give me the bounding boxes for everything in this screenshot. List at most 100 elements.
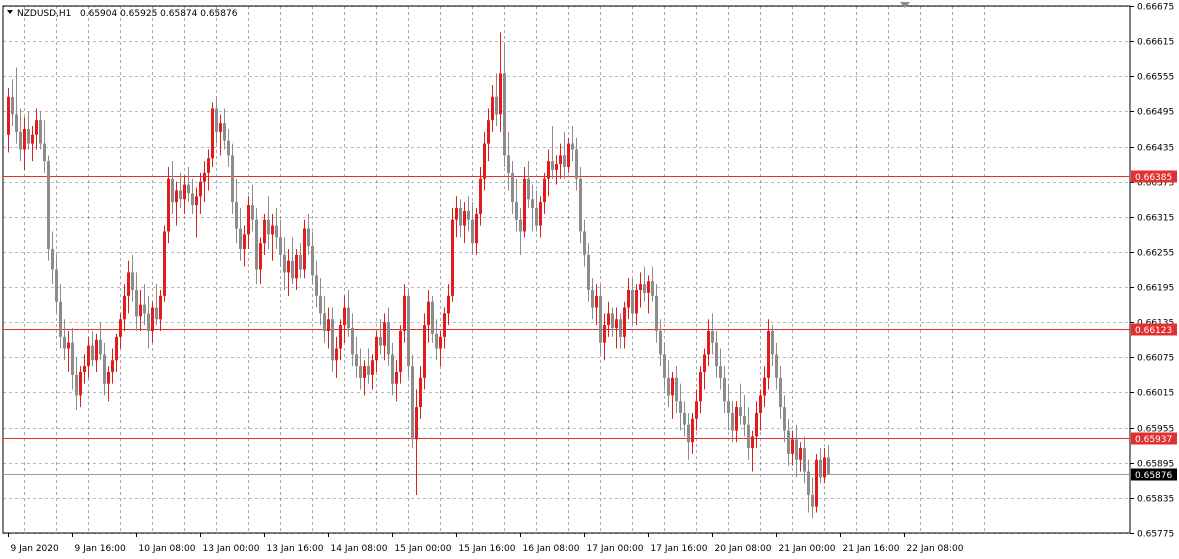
candle — [239, 208, 242, 261]
candle-body — [247, 205, 250, 235]
candle — [183, 175, 186, 214]
candle-body — [783, 407, 786, 431]
candle — [207, 149, 210, 191]
candle — [43, 120, 46, 173]
candle-body — [743, 415, 746, 425]
candle — [243, 225, 246, 267]
candle — [303, 219, 306, 279]
candle-body — [203, 172, 206, 182]
candle — [203, 161, 206, 203]
candle — [67, 330, 70, 372]
candle-body — [43, 143, 46, 162]
candle-body — [331, 319, 334, 361]
candle-body — [663, 354, 666, 378]
candle — [395, 360, 398, 402]
candle — [695, 389, 698, 431]
candle-body — [315, 275, 318, 296]
candle-body — [147, 313, 150, 331]
time-tick-label: 17 Jan 00:00 — [587, 544, 644, 554]
candle-body — [627, 289, 630, 308]
candle — [195, 187, 198, 238]
candle — [747, 407, 750, 460]
price-tick-label: 0.65895 — [1137, 460, 1174, 470]
candle — [59, 284, 62, 349]
candle-body — [451, 219, 454, 296]
candle-body — [111, 360, 114, 372]
candle — [527, 161, 530, 209]
candle-body — [95, 339, 98, 361]
candle-body — [527, 178, 530, 200]
candle — [531, 184, 534, 232]
candle — [671, 371, 674, 419]
candle-body — [559, 155, 562, 165]
candle-body — [631, 289, 634, 314]
candle-body — [563, 155, 566, 168]
chart-header: NZDUSD,H1 0.65904 0.65925 0.65874 0.6587… — [7, 9, 238, 19]
candle-body — [607, 313, 610, 326]
candle-body — [403, 295, 406, 331]
candle-body — [759, 395, 762, 413]
candle-body — [415, 407, 418, 440]
candle — [119, 313, 122, 349]
candle-body — [131, 272, 134, 290]
candle-body — [775, 354, 778, 378]
candle — [415, 389, 418, 495]
candle — [755, 401, 758, 449]
candle — [627, 278, 630, 320]
candle — [563, 131, 566, 179]
candle — [699, 366, 702, 413]
candle-body — [75, 374, 78, 396]
candle-body — [51, 249, 54, 270]
price-tick-label: 0.65835 — [1137, 495, 1174, 505]
candle-body — [543, 178, 546, 203]
candle — [263, 213, 266, 255]
candle — [643, 266, 646, 302]
candle-body — [535, 208, 538, 226]
candle — [391, 342, 394, 396]
candle-body — [347, 307, 350, 329]
candle — [555, 155, 558, 185]
price-chart[interactable]: 0.66675 0.66615 0.66555 0.66495 0.66435 0.663… — [0, 0, 1179, 559]
candle — [87, 336, 90, 378]
level-price-label: 0.65937 — [1135, 435, 1172, 445]
candle — [311, 231, 314, 285]
candle-body — [815, 459, 818, 507]
candle-body — [103, 354, 106, 384]
candle-body — [395, 371, 398, 384]
candle-body — [291, 260, 294, 279]
candle-body — [263, 219, 266, 244]
candle-body — [179, 190, 182, 200]
candle — [199, 172, 202, 214]
candle — [299, 243, 302, 279]
time-axis: 9 Jan 2020 9 Jan 16:00 10 Jan 08:00 13 Jan … — [8, 533, 964, 554]
candle-body — [39, 120, 42, 144]
candle — [615, 307, 618, 349]
candle — [375, 330, 378, 372]
candle — [519, 208, 522, 255]
candle — [163, 225, 166, 302]
candle-body — [375, 336, 378, 361]
candle — [351, 313, 354, 367]
candle-body — [683, 412, 686, 425]
candle-body — [499, 73, 502, 115]
candle — [731, 401, 734, 443]
candle — [295, 249, 298, 290]
candle-body — [763, 377, 766, 396]
candle — [803, 436, 806, 484]
price-tick-label: 0.65775 — [1137, 530, 1174, 540]
candle — [823, 448, 826, 484]
candle-body — [63, 336, 66, 349]
candle — [339, 319, 342, 361]
dropdown-triangle-icon[interactable] — [7, 10, 13, 14]
candle-body — [807, 471, 810, 495]
candle — [407, 289, 410, 378]
chart-shift-marker-icon[interactable] — [900, 2, 910, 8]
candle-body — [235, 202, 238, 229]
candle-body — [71, 342, 74, 375]
candle — [503, 44, 506, 168]
candle — [607, 301, 610, 337]
candle-body — [159, 295, 162, 320]
candle — [367, 348, 370, 384]
candle-body — [671, 377, 674, 396]
candle — [423, 313, 426, 390]
